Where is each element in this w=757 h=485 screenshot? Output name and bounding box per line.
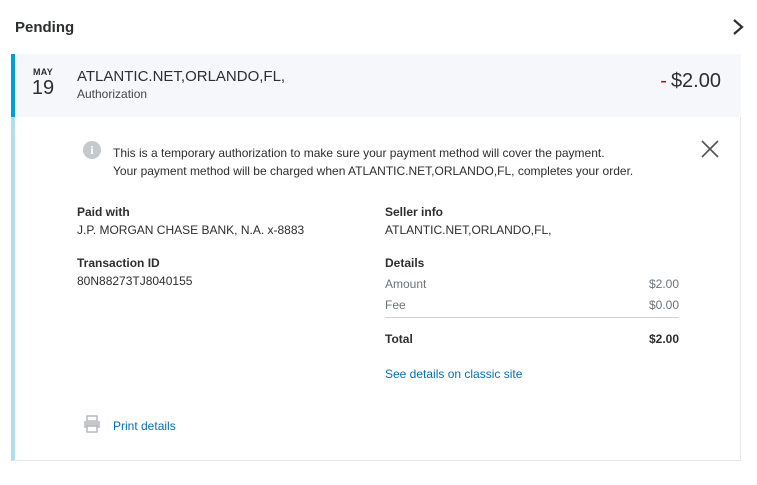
- merchant-name: ATLANTIC.NET,ORLANDO,FL,: [77, 68, 286, 85]
- details-label: Details: [385, 256, 425, 270]
- printer-icon[interactable]: [83, 415, 101, 433]
- notice-line-2: Your payment method will be charged when…: [113, 164, 634, 178]
- fee-value: $0.00: [648, 298, 679, 312]
- transaction-details-panel: i This is a temporary authorization to m…: [11, 117, 741, 461]
- notice-line-1: This is a temporary authorization to mak…: [113, 146, 605, 160]
- amount-label: Amount: [385, 277, 427, 291]
- date-day: 19: [31, 77, 55, 99]
- seller-info-label: Seller info: [385, 205, 444, 219]
- transaction-row[interactable]: MAY 19 ATLANTIC.NET,ORLANDO,FL, Authoriz…: [11, 54, 741, 117]
- details-divider: [385, 317, 679, 318]
- date-month: MAY: [32, 67, 54, 77]
- seller-info-value: ATLANTIC.NET,ORLANDO,FL,: [385, 223, 552, 237]
- close-icon[interactable]: [700, 139, 720, 159]
- amount-value: $2.00: [648, 277, 679, 291]
- amount-sign: -: [660, 70, 667, 92]
- total-label: Total: [385, 332, 413, 346]
- transaction-id-value: 80N88273TJ8040155: [77, 274, 193, 288]
- total-value: $2.00: [648, 332, 679, 346]
- amount-value: $2.00: [670, 70, 721, 92]
- fee-label: Fee: [385, 298, 406, 312]
- paid-with-value: J.P. MORGAN CHASE BANK, N.A. x-8883: [77, 223, 305, 237]
- classic-site-link[interactable]: See details on classic site: [385, 367, 522, 381]
- transaction-amount: - $2.00: [660, 70, 721, 93]
- transaction-id-label: Transaction ID: [77, 256, 160, 270]
- print-details-link[interactable]: Print details: [113, 419, 176, 433]
- authorization-notice: This is a temporary authorization to mak…: [113, 144, 633, 180]
- info-icon: i: [83, 141, 101, 159]
- paid-with-label: Paid with: [77, 205, 130, 219]
- transaction-date: MAY 19: [28, 67, 58, 98]
- transaction-type: Authorization: [77, 87, 148, 101]
- chevron-right-icon[interactable]: [730, 18, 746, 36]
- pending-section-title: Pending: [15, 19, 75, 36]
